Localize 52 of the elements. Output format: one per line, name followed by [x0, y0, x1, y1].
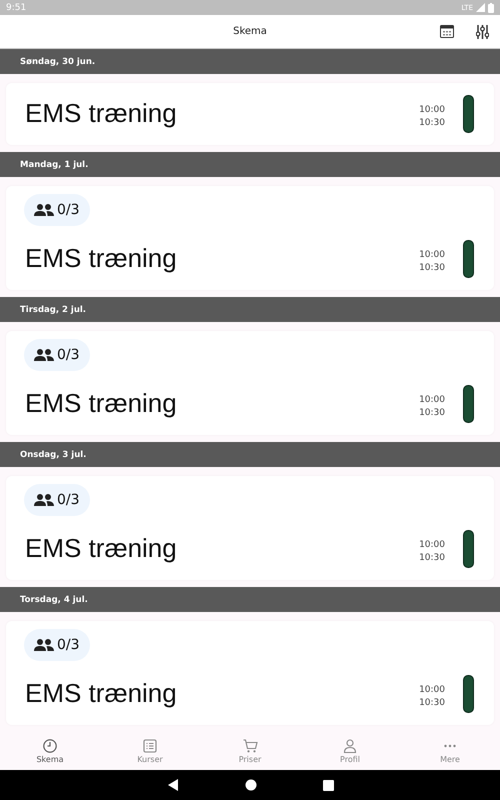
event-card[interactable]: 0/3 EMS træning 10:00 10:30 [6, 476, 494, 580]
people-icon [34, 204, 54, 216]
event-title: EMS træning [25, 243, 177, 274]
event-card[interactable]: 0/3 EMS træning 10:00 10:30 [6, 621, 494, 725]
home-icon[interactable] [244, 779, 256, 791]
day-header: Søndag, 30 jun. [0, 49, 500, 74]
end-time: 10:30 [419, 406, 445, 420]
participants-count: 0/3 [57, 637, 80, 653]
status-bar-indicator [463, 240, 474, 278]
people-icon [34, 349, 54, 361]
list-icon [143, 739, 157, 753]
participants-count: 0/3 [57, 347, 80, 363]
filter-icon[interactable] [476, 24, 489, 38]
start-time: 10:00 [419, 248, 445, 262]
end-time: 10:30 [419, 696, 445, 710]
nav-tab[interactable]: Skema [0, 733, 100, 770]
status-bar-indicator [463, 674, 474, 712]
start-time: 10:00 [419, 394, 445, 406]
recents-icon[interactable] [322, 780, 334, 790]
start-time: 10:00 [419, 104, 445, 116]
end-time: 10:30 [419, 262, 445, 274]
screen-title: Skema [233, 26, 267, 37]
end-time: 10:30 [419, 116, 445, 130]
participants-count: 0/3 [57, 202, 80, 218]
battery-icon [488, 2, 494, 12]
people-icon [34, 639, 54, 651]
event-title: EMS træning [25, 533, 177, 564]
calendar-icon[interactable] [440, 25, 454, 38]
person-icon [343, 739, 357, 753]
event-card[interactable]: 0/3 EMS træning 10:00 10:30 [6, 186, 494, 290]
day-header: Torsdag, 4 jul. [0, 587, 500, 612]
status-bar-indicator [463, 94, 474, 132]
event-card[interactable]: EMS træning 10:00 10:30 [6, 83, 494, 145]
start-time: 10:00 [419, 684, 445, 696]
day-header: Mandag, 1 jul. [0, 152, 500, 177]
participants-count: 0/3 [57, 492, 80, 508]
day-header: Onsdag, 3 jul. [0, 442, 500, 467]
status-time: 9:51 [6, 2, 26, 12]
status-bar-indicator [463, 384, 474, 422]
event-title: EMS træning [25, 98, 177, 129]
start-time: 10:00 [419, 538, 445, 552]
people-icon [34, 494, 54, 506]
end-time: 10:30 [419, 552, 445, 564]
event-title: EMS træning [25, 388, 177, 419]
signal-icon [476, 3, 485, 12]
event-title: EMS træning [25, 678, 177, 709]
clock-icon [43, 739, 57, 753]
cart-icon [242, 739, 258, 753]
status-bar-indicator [463, 530, 474, 568]
back-icon[interactable] [166, 779, 178, 791]
event-card[interactable]: 0/3 EMS træning 10:00 10:30 [6, 331, 494, 435]
day-header: Tirsdag, 2 jul. [0, 297, 500, 322]
